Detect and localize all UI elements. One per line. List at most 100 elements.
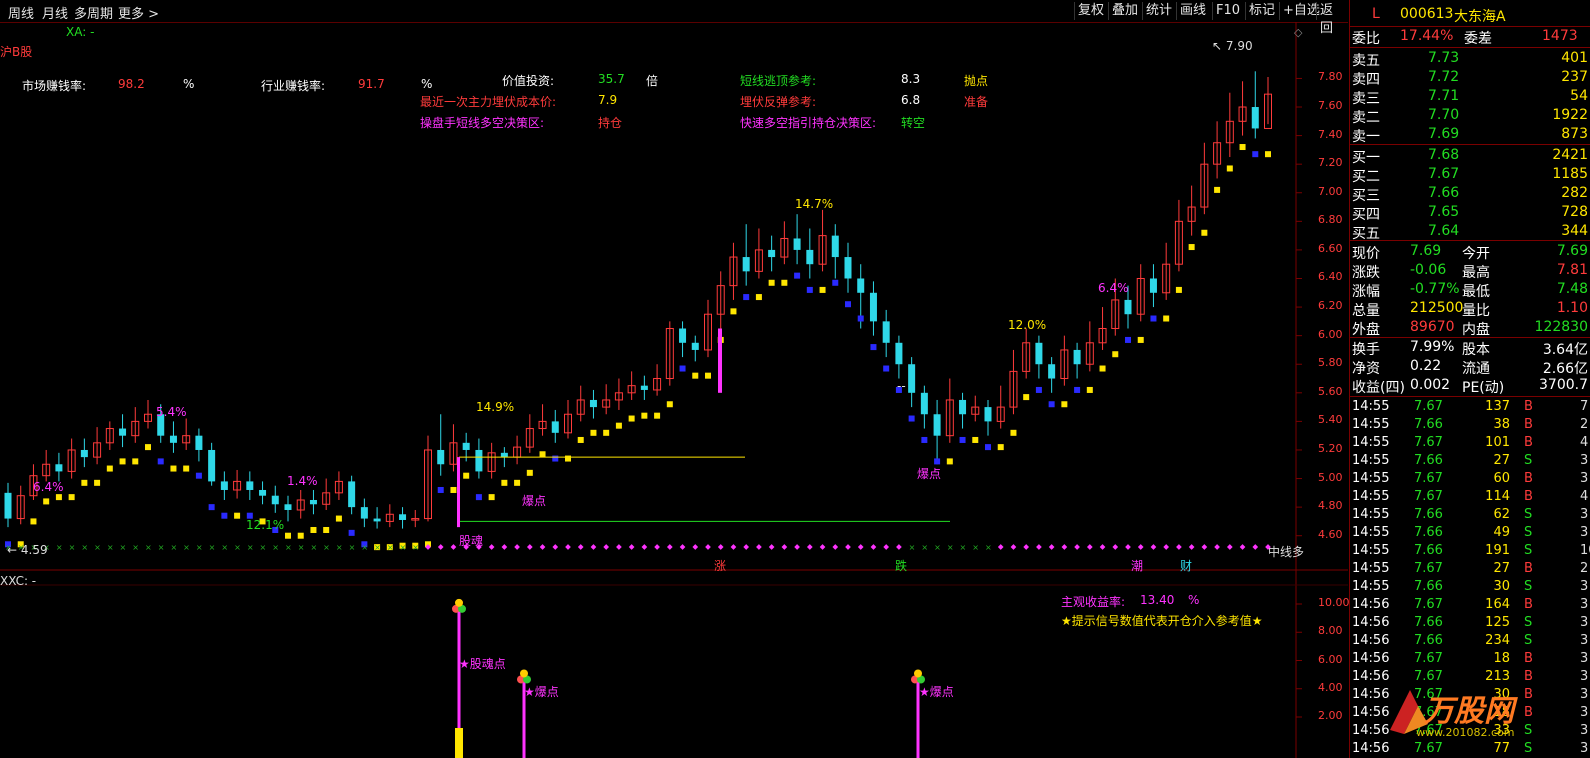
price-tick-label: 7.60	[1318, 99, 1343, 112]
fund-row: 收益(四) 0.002 PE(动) 3700.7	[1350, 376, 1590, 396]
tick-time: 14:55	[1352, 525, 1390, 540]
bid-price: 7.66	[1428, 185, 1460, 201]
trend-block	[221, 512, 228, 519]
restore-rights-button[interactable]: 复权	[1074, 2, 1107, 20]
candle-body	[1251, 107, 1259, 129]
signal-cross: ×	[298, 543, 305, 552]
tick-side: S	[1524, 633, 1533, 648]
kline-chart[interactable]: × × × × × × × × × × × × × × × × × × × × × × × × × × × × × × × × × × × × × × × ×	[0, 22, 1348, 758]
candle-body	[984, 407, 992, 422]
tick-volume: 30	[1493, 579, 1510, 594]
tick-count: 3	[1580, 615, 1589, 630]
trend-block	[615, 422, 622, 429]
candle-body	[271, 495, 279, 505]
candle-body	[793, 238, 801, 250]
signal-cross: ×	[310, 543, 317, 552]
tick-side: B	[1524, 435, 1533, 450]
bid-label: 买三	[1352, 188, 1380, 204]
bid-row: 买四 7.65 728	[1350, 203, 1590, 223]
candle-body	[195, 435, 203, 450]
signal-cross: ×	[921, 543, 928, 552]
tick-row: 14:55 7.66 27 S 3	[1350, 452, 1590, 470]
candle-body	[640, 385, 648, 390]
stock-tag: 沪B股	[0, 45, 33, 59]
trend-block	[81, 479, 88, 486]
hint-text: ★提示信号数值代表开仓介入参考值★	[1061, 614, 1263, 628]
trend-block	[55, 494, 62, 501]
trend-block	[488, 494, 495, 501]
signal-cross: ×	[285, 543, 292, 552]
signal-diamond	[514, 544, 520, 550]
signal-diamond	[1010, 544, 1017, 550]
draw-line-button[interactable]: 画线	[1176, 2, 1209, 20]
tick-count: 3	[1580, 651, 1589, 666]
back-button[interactable]: 返回	[1316, 2, 1348, 36]
signal-diamond	[883, 544, 890, 550]
signal-diamond	[577, 544, 584, 550]
signal-diamond	[730, 544, 737, 550]
tick-price: 7.66	[1414, 615, 1443, 630]
short-top-label: 短线逃顶参考:	[740, 74, 817, 88]
candle-body	[462, 442, 470, 450]
weekly-button[interactable]: 周线	[8, 3, 34, 22]
candle-body	[80, 449, 88, 458]
trend-block	[208, 504, 215, 511]
signal-diamond	[488, 544, 495, 550]
candle-body	[920, 392, 928, 415]
low-price: 4.59	[20, 543, 48, 557]
tick-volume: 191	[1485, 543, 1510, 558]
signal-diamond	[437, 544, 444, 550]
stats-button[interactable]: 统计	[1142, 2, 1175, 20]
ask-price: 7.70	[1428, 107, 1460, 123]
more-button[interactable]: 更多 >	[118, 3, 159, 22]
trend-block	[921, 436, 928, 443]
tick-side: S	[1524, 543, 1533, 558]
tick-price: 7.66	[1414, 543, 1443, 558]
signal-bao: ★爆点	[524, 685, 559, 699]
zhang-bar	[718, 328, 722, 393]
quick-zone-value: 转空	[901, 116, 926, 130]
price-tick-label: 5.60	[1318, 384, 1343, 398]
trend-block	[666, 401, 673, 408]
monthly-button[interactable]: 月线	[42, 3, 68, 22]
trend-block	[1252, 151, 1259, 158]
tick-count: 3	[1580, 633, 1589, 648]
tick-row: 14:56 7.66 125 S 3	[1350, 614, 1590, 632]
trend-block	[539, 451, 546, 458]
candle-body	[806, 249, 814, 265]
stat-row: 总量 212500 量比 1.10	[1350, 299, 1590, 319]
tick-price: 7.67	[1414, 435, 1443, 450]
signal-bao: ★爆点	[919, 685, 954, 699]
mark-button[interactable]: 标记	[1245, 2, 1278, 20]
signal-cross: ×	[336, 543, 343, 552]
candle-body	[309, 499, 317, 505]
candles-layer: × × × × × × × × × × × × × × × × × × × × × × × × × × × × × × × × × × × × × × × ×	[4, 71, 1272, 552]
signal-bao-dot	[520, 669, 528, 678]
bid-price: 7.64	[1428, 223, 1460, 239]
trend-block	[450, 486, 457, 493]
f10-button[interactable]: F10	[1212, 2, 1243, 20]
tick-side: B	[1524, 651, 1533, 666]
trend-block	[1201, 229, 1208, 236]
trend-block	[323, 526, 330, 533]
weibi-value: 17.44%	[1400, 28, 1454, 44]
trend-block	[705, 372, 711, 379]
signal-diamond	[870, 544, 877, 550]
signal-cross: ×	[960, 543, 967, 552]
tick-price: 7.66	[1414, 525, 1443, 540]
watermark: 万股网 www.201082.com	[1380, 680, 1580, 750]
candle-body	[857, 278, 865, 293]
overlay-button[interactable]: 叠加	[1108, 2, 1141, 20]
diamond-icon[interactable]: ◇	[1294, 26, 1302, 39]
tick-volume: 18	[1493, 651, 1510, 666]
trend-block	[1010, 429, 1017, 436]
high-price-label: ↖ 7.90	[1212, 39, 1253, 53]
signal-cross: ×	[69, 543, 76, 552]
trend-block	[1214, 186, 1221, 193]
signal-diamond	[539, 544, 546, 550]
fund-value: 3700.7	[1539, 377, 1588, 393]
multi-period-button[interactable]: 多周期	[74, 3, 113, 22]
ask-row: 卖一 7.69 873	[1350, 125, 1590, 145]
bid-price: 7.67	[1428, 166, 1460, 182]
tick-time: 14:55	[1352, 453, 1390, 468]
